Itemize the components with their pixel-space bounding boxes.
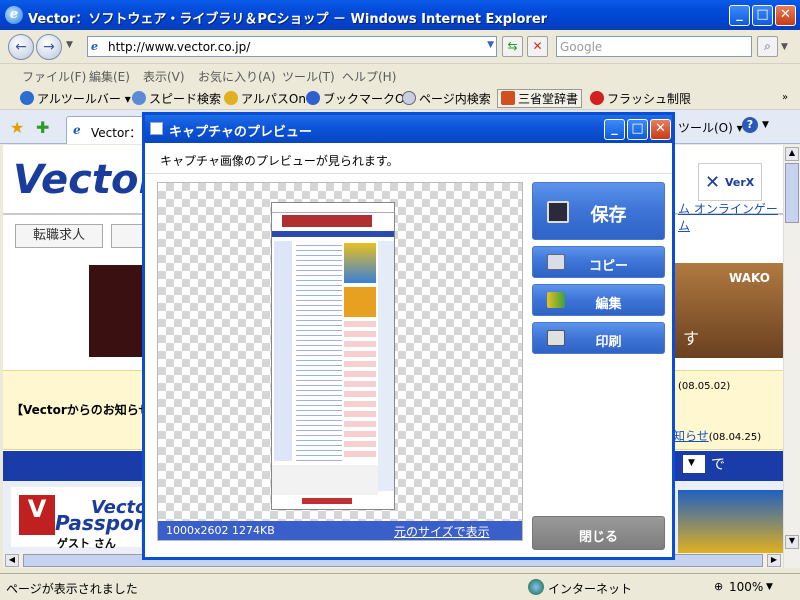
menu-edit[interactable]: 編集(E): [89, 68, 130, 85]
browser-title: Vector：ソフトウェア・ライブラリ＆PCショップ － Windows Int…: [28, 12, 548, 27]
dialog-titlebar[interactable]: キャプチャのプレビュー _ □ ✕: [145, 115, 672, 143]
favorites-star-icon[interactable]: ★: [10, 118, 24, 137]
dialog-minimize-button[interactable]: _: [604, 119, 625, 140]
dialog-description: キャプチャ画像のプレビューが見られます。: [160, 154, 399, 168]
guest-label: ゲスト さん: [57, 537, 116, 550]
capture-dimensions: 1000x2602 1274KB: [166, 524, 275, 537]
toolbar-altoolbar[interactable]: アルツールバー ▾: [20, 90, 131, 107]
close-button[interactable]: 閉じる: [532, 516, 665, 550]
menu-file[interactable]: ファイル(F): [22, 68, 86, 85]
dialog-maximize-button[interactable]: □: [627, 119, 648, 140]
capture-preview-dialog: キャプチャのプレビュー _ □ ✕ キャプチャ画像のプレビューが見られます。 1…: [142, 112, 675, 560]
help-dropdown-icon[interactable]: ▼: [762, 120, 769, 130]
original-size-link[interactable]: 元のサイズで表示: [394, 523, 490, 540]
tools-menu-button[interactable]: ツール(O) ▾: [678, 119, 743, 136]
speed-search-icon: [132, 91, 146, 105]
print-button[interactable]: 印刷: [532, 322, 665, 354]
help-icon[interactable]: ?: [742, 117, 758, 133]
page-icon: e: [91, 40, 98, 53]
dialog-title: キャプチャのプレビュー: [169, 125, 312, 140]
preview-pane[interactable]: 1000x2602 1274KB 元のサイズで表示: [157, 182, 523, 541]
notice-line-2[interactable]: 知らせ(08.04.25): [673, 427, 761, 444]
toolbar-sanseido[interactable]: 三省堂辞書: [497, 89, 583, 108]
preview-info-bar: 1000x2602 1274KB 元のサイズで表示: [158, 521, 522, 540]
minimize-button[interactable]: _: [729, 5, 750, 26]
status-bar: ページが表示されました インターネット ⊕ 100% ▼: [0, 573, 800, 600]
notice-date-1: (08.05.02): [678, 381, 731, 392]
link-toolbar: アルツールバー ▾ スピード検索 アルパスOn ブックマークOn ページ内検索 …: [0, 86, 800, 110]
altoolbar-icon: [20, 91, 34, 105]
zoom-icon[interactable]: ⊕: [714, 580, 723, 593]
add-favorites-icon[interactable]: ✚: [36, 118, 49, 137]
search-options-icon[interactable]: ▼: [781, 42, 788, 52]
zone-text: インターネット: [548, 582, 633, 596]
toolbar-bookmark[interactable]: ブックマークOn: [306, 90, 412, 107]
maximize-button[interactable]: □: [752, 5, 773, 26]
passport-v-icon: V: [19, 495, 55, 535]
address-input[interactable]: e http://www.vector.co.jp/ ▼: [87, 36, 497, 57]
copy-button[interactable]: コピー: [532, 246, 665, 278]
back-button[interactable]: ←: [8, 34, 34, 60]
notice-title: 【Vectorからのお知らせ: [11, 403, 151, 417]
dialog-close-icon[interactable]: ✕: [650, 119, 671, 140]
toolbar-flash-limit[interactable]: フラッシュ制限: [590, 90, 691, 107]
menu-bar: ファイル(F) 編集(E) 表示(V) お気に入り(A) ツール(T) ヘルプ(…: [0, 64, 800, 86]
toolbar-speed-search[interactable]: スピード検索: [132, 90, 221, 107]
address-text: http://www.vector.co.jp/: [108, 40, 251, 54]
magnifier-icon: [402, 91, 416, 105]
banner-image-left[interactable]: [89, 265, 149, 357]
wako-banner[interactable]: WAKO す: [673, 263, 783, 358]
internet-zone-icon: [528, 579, 544, 595]
zoom-dropdown-icon[interactable]: ▼: [766, 582, 773, 592]
web-select[interactable]: ▼: [683, 455, 705, 473]
dictionary-icon: [501, 91, 515, 105]
menu-favorites[interactable]: お気に入り(A): [198, 68, 276, 85]
verx-logo[interactable]: ✕ VerX: [698, 163, 762, 201]
star-icon: [306, 91, 320, 105]
edit-button[interactable]: 編集: [532, 284, 665, 316]
dialog-divider: [145, 173, 672, 174]
address-dropdown-icon[interactable]: ▼: [487, 40, 494, 50]
capture-thumbnail: [271, 202, 395, 510]
browser-titlebar: e Vector：ソフトウェア・ライブラリ＆PCショップ － Windows I…: [0, 0, 800, 30]
menu-tools[interactable]: ツール(T): [282, 68, 335, 85]
toolbar-overflow-icon[interactable]: »: [782, 92, 788, 103]
toolbar-page-search[interactable]: ページ内検索: [402, 90, 491, 107]
promo-banner-right[interactable]: [678, 490, 783, 553]
zoom-level[interactable]: 100%: [729, 580, 763, 594]
dialog-app-icon: [150, 122, 163, 135]
history-dropdown-icon[interactable]: ▼: [66, 40, 73, 50]
search-input[interactable]: Google: [556, 36, 752, 57]
link-online-game[interactable]: ム オンラインゲーム: [678, 200, 783, 234]
menu-help[interactable]: ヘルプ(H): [342, 68, 396, 85]
toolbar-alpass[interactable]: アルパスOn: [224, 90, 306, 107]
address-row: ← → ▼ e http://www.vector.co.jp/ ▼ ⇆ ✕ G…: [0, 30, 800, 64]
stop-icon[interactable]: ✕: [527, 36, 548, 57]
vector-logo[interactable]: Vector: [13, 157, 158, 203]
refresh-icon[interactable]: ⇆: [502, 36, 523, 57]
nav-band-text: で: [711, 457, 725, 473]
vertical-scrollbar[interactable]: ▲ ▼: [783, 145, 800, 568]
flash-icon: [590, 91, 604, 105]
key-icon: [224, 91, 238, 105]
status-text: ページが表示されました: [6, 582, 138, 596]
forward-button[interactable]: →: [36, 34, 62, 60]
tab-page-icon: e: [73, 123, 81, 137]
close-window-button[interactable]: ✕: [775, 5, 796, 26]
search-icon[interactable]: ⌕: [757, 36, 778, 57]
passport-box[interactable]: V Vector Passpor ゲスト さん: [11, 487, 156, 550]
passport-label: Passpor: [55, 511, 144, 535]
menu-view[interactable]: 表示(V): [143, 68, 185, 85]
job-tab-button[interactable]: 転職求人: [15, 224, 103, 248]
save-button[interactable]: 保存: [532, 182, 665, 240]
ie-logo-icon: e: [5, 6, 23, 24]
